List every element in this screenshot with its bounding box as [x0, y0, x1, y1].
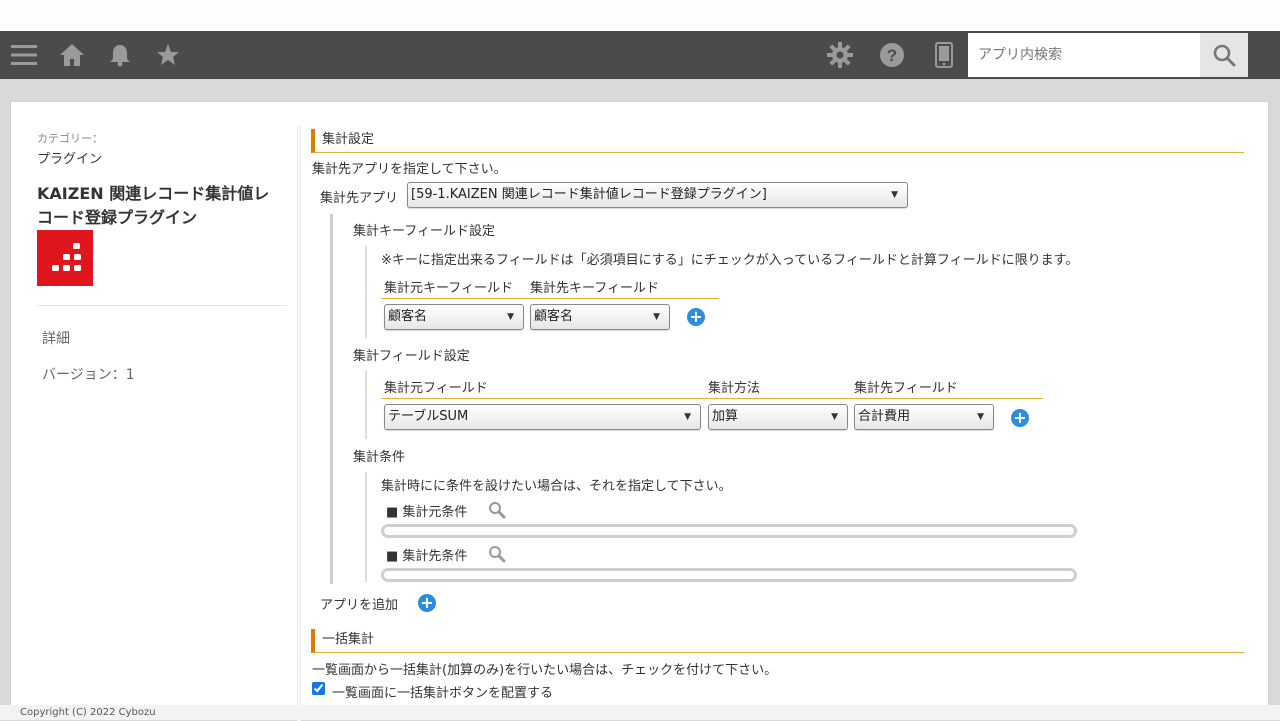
condition-description: 集計時にに条件を設けたい場合は、それを指定して下さい。: [381, 479, 732, 494]
app-search-input[interactable]: [968, 33, 1200, 77]
star-icon[interactable]: [154, 31, 182, 79]
bulk-checkbox-label[interactable]: 一覧画面に一括集計ボタンを配置する: [332, 682, 553, 701]
chevron-down-icon: ▼: [684, 412, 691, 422]
search-button[interactable]: [1200, 33, 1248, 77]
key-target-column-header: 集計先キーフィールド: [530, 281, 659, 296]
key-target-select[interactable]: 顧客名 ▼: [530, 304, 670, 330]
mobile-icon[interactable]: [930, 31, 958, 79]
plugin-sidebar: カテゴリー： プラグイン KAIZEN 関連レコード集計値レコード登録プラグイン…: [11, 102, 301, 721]
footer: Copyright (C) 2022 Cybozu: [0, 705, 1280, 720]
sidebar-divider: [297, 126, 301, 721]
magnifier-icon[interactable]: [488, 545, 506, 563]
key-source-select[interactable]: 顧客名 ▼: [384, 304, 524, 330]
search-icon: [1213, 44, 1236, 67]
settings-content: 集計設定 集計先アプリを指定して下さい。 集計先アプリ [59-1.KAIZEN…: [311, 102, 1251, 721]
add-agg-field-button[interactable]: +: [1011, 409, 1029, 427]
version-label: バージョン：1: [42, 367, 135, 383]
section-title-aggregation: 集計設定: [311, 129, 1244, 153]
add-app-button[interactable]: +: [418, 594, 436, 612]
gear-icon[interactable]: [826, 31, 854, 79]
browser-top-strip: [0, 0, 1280, 31]
agg-source-select[interactable]: テーブルSUM ▼: [384, 404, 701, 430]
plugin-logo: [37, 230, 93, 286]
chevron-down-icon: ▼: [831, 412, 838, 422]
key-source-column-header: 集計元キーフィールド: [384, 281, 513, 296]
plus-icon: +: [689, 306, 703, 326]
category-value: プラグイン: [37, 152, 103, 167]
condition-bar: [365, 472, 367, 582]
target-condition-label: ■ 集計先条件: [386, 549, 468, 564]
key-field-title: 集計キーフィールド設定: [353, 224, 495, 239]
aggregation-description: 集計先アプリを指定して下さい。: [312, 162, 507, 177]
agg-field-title: 集計フィールド設定: [353, 349, 470, 364]
key-field-note: ※キーに指定出来るフィールドは「必須項目にする」にチェックが入っているフィールド…: [381, 253, 1079, 268]
svg-text:?: ?: [887, 46, 897, 65]
section-title-bulk: 一括集計: [311, 629, 1244, 653]
plus-icon: +: [420, 592, 434, 612]
chevron-down-icon: ▼: [653, 312, 660, 322]
add-key-field-button[interactable]: +: [687, 308, 705, 326]
home-icon[interactable]: [58, 31, 86, 79]
chevron-down-icon: ▼: [977, 412, 984, 422]
add-app-label: アプリを追加: [320, 598, 399, 613]
agg-source-column-header: 集計元フィールド: [384, 381, 488, 396]
agg-method-column-header: 集計方法: [708, 381, 761, 396]
copyright-text: Copyright (C) 2022 Cybozu: [20, 707, 156, 718]
agg-header-line: [381, 398, 1043, 399]
target-condition-field[interactable]: [381, 568, 1077, 582]
target-app-label: 集計先アプリ: [320, 191, 399, 206]
condition-title: 集計条件: [353, 450, 406, 465]
agg-target-column-header: 集計先フィールド: [854, 381, 958, 396]
target-app-select[interactable]: [59-1.KAIZEN 関連レコード集計値レコード登録プラグイン] ▼: [407, 182, 908, 208]
sidebar-separator: [37, 305, 287, 306]
bulk-description: 一覧画面から一括集計(加算のみ)を行いたい場合は、チェックを付けて下さい。: [312, 663, 778, 678]
app-group-bar: [330, 214, 333, 584]
category-label: カテゴリー：: [37, 132, 103, 145]
source-condition-field[interactable]: [381, 524, 1077, 538]
question-icon[interactable]: ?: [878, 31, 906, 79]
magnifier-icon[interactable]: [488, 501, 506, 519]
bell-icon[interactable]: [106, 31, 134, 79]
plus-icon: +: [1013, 407, 1027, 427]
source-condition-label: ■ 集計元条件: [386, 505, 468, 520]
hamburger-icon[interactable]: [8, 31, 40, 79]
agg-target-select[interactable]: 合計費用 ▼: [854, 404, 994, 430]
key-header-line: [381, 298, 719, 299]
chevron-down-icon: ▼: [507, 312, 514, 322]
bulk-button-checkbox[interactable]: [312, 682, 325, 695]
agg-method-select[interactable]: 加算 ▼: [708, 404, 848, 430]
key-field-bar: [365, 246, 367, 338]
main-panel: カテゴリー： プラグイン KAIZEN 関連レコード集計値レコード登録プラグイン…: [10, 101, 1269, 721]
plugin-name: KAIZEN 関連レコード集計値レコード登録プラグイン: [37, 184, 270, 227]
agg-field-bar: [365, 371, 367, 439]
details-link[interactable]: 詳細: [42, 328, 70, 348]
chevron-down-icon: ▼: [891, 190, 898, 200]
